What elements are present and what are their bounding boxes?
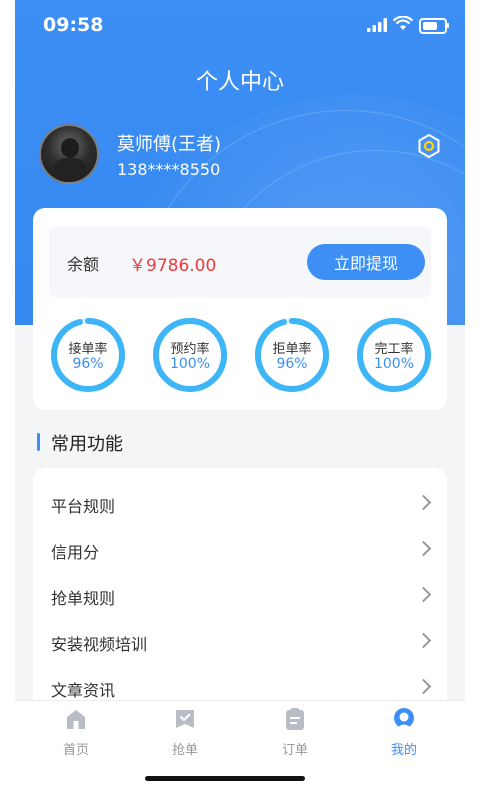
tab-orders[interactable]: 订单 — [255, 707, 335, 763]
section-accent-bar — [37, 433, 40, 451]
stat-label: 拒单率 — [272, 342, 312, 357]
stat-value: 96% — [276, 356, 308, 372]
user-phone: 138****8550 — [117, 160, 221, 179]
chevron-right-icon — [415, 678, 432, 695]
menu-item-platform-rules[interactable]: 平台规则 — [33, 481, 447, 527]
order-icon — [286, 708, 304, 730]
stat-accept-rate: 接单率 96% — [49, 316, 127, 394]
stat-value: 100% — [169, 356, 211, 372]
chevron-right-icon — [415, 586, 432, 603]
chevron-right-icon — [415, 632, 432, 649]
menu-item-grab-rules[interactable]: 抢单规则 — [33, 573, 447, 619]
withdraw-button[interactable]: 立即提现 — [307, 244, 425, 280]
tab-home[interactable]: 首页 — [36, 707, 116, 763]
profile-icon — [394, 708, 414, 728]
menu-item-label: 平台规则 — [51, 497, 116, 516]
tab-label: 首页 — [62, 743, 89, 758]
home-indicator — [145, 776, 305, 781]
avatar[interactable] — [39, 124, 99, 184]
page-title: 个人中心 — [195, 70, 284, 95]
menu-item-credit-score[interactable]: 信用分 — [33, 527, 447, 573]
tab-mine[interactable]: 我的 — [364, 707, 444, 763]
menu-item-label: 文章资讯 — [51, 681, 116, 700]
chevron-right-icon — [415, 494, 432, 511]
stat-completion-rate: 完工率 100% — [355, 316, 433, 394]
app-screen: 09:58 个人中心 莫师傅(王者) 138****8550 余额 ￥9786.… — [15, 0, 465, 800]
tab-label: 抢单 — [171, 743, 198, 758]
function-menu: 平台规则 信用分 抢单规则 安装视频培训 文章资讯 — [33, 468, 447, 708]
chevron-right-icon — [415, 540, 432, 557]
menu-item-install-video-training[interactable]: 安装视频培训 — [33, 619, 447, 665]
menu-item-label: 安装视频培训 — [51, 635, 148, 654]
balance-label: 余额 — [67, 255, 100, 274]
cellular-signal-icon — [367, 18, 387, 32]
balance-box: 余额 ￥9786.00 立即提现 — [49, 226, 431, 298]
user-name: 莫师傅(王者) — [117, 134, 222, 155]
stat-booking-rate: 预约率 100% — [151, 316, 229, 394]
status-time: 09:58 — [43, 14, 104, 36]
grab-order-icon — [176, 710, 194, 728]
home-icon — [67, 710, 85, 729]
wifi-icon — [393, 16, 413, 30]
settings-icon[interactable] — [417, 134, 441, 158]
tab-label: 我的 — [390, 743, 417, 758]
tab-grab-order[interactable]: 抢单 — [145, 707, 225, 763]
stat-value: 96% — [72, 356, 104, 372]
section-title: 常用功能 — [51, 434, 123, 455]
stat-reject-rate: 拒单率 96% — [253, 316, 331, 394]
tab-label: 订单 — [281, 743, 308, 758]
stat-label: 接单率 — [68, 342, 108, 357]
stat-value: 100% — [373, 356, 415, 372]
stat-label: 完工率 — [374, 342, 414, 357]
account-card: 余额 ￥9786.00 立即提现 接单率 96% 预约率 100% 拒单率 96… — [33, 208, 447, 410]
balance-value: ￥9786.00 — [129, 256, 217, 276]
tab-bar: 首页 抢单 订单 我的 — [15, 700, 465, 800]
menu-item-label: 抢单规则 — [51, 589, 116, 608]
status-bar: 09:58 — [15, 0, 465, 50]
battery-icon — [419, 18, 447, 34]
menu-item-label: 信用分 — [51, 543, 100, 562]
stat-label: 预约率 — [170, 342, 210, 357]
